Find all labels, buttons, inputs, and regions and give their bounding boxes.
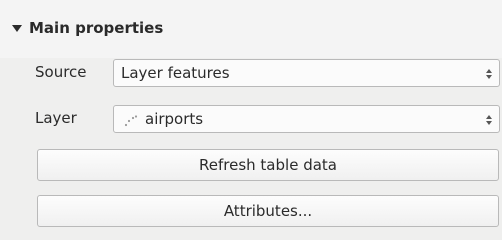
- refresh-button-label: Refresh table data: [199, 156, 337, 174]
- group-title: Main properties: [29, 19, 164, 37]
- spinner-arrows-icon: [485, 112, 493, 128]
- source-label: Source: [35, 63, 87, 81]
- layer-combobox[interactable]: airports: [113, 105, 500, 133]
- attributes-button[interactable]: Attributes...: [37, 195, 499, 227]
- source-value: Layer features: [121, 64, 230, 82]
- source-combobox[interactable]: Layer features: [113, 59, 500, 87]
- attributes-button-label: Attributes...: [223, 202, 313, 220]
- triangle-down-icon[interactable]: [10, 21, 24, 35]
- spinner-arrows-icon: [485, 66, 493, 82]
- refresh-table-data-button[interactable]: Refresh table data: [37, 149, 499, 181]
- layer-value: airports: [145, 110, 204, 128]
- main-properties-group-header[interactable]: Main properties: [0, 0, 502, 58]
- point-layer-icon: [124, 113, 138, 127]
- layer-label: Layer: [35, 109, 77, 127]
